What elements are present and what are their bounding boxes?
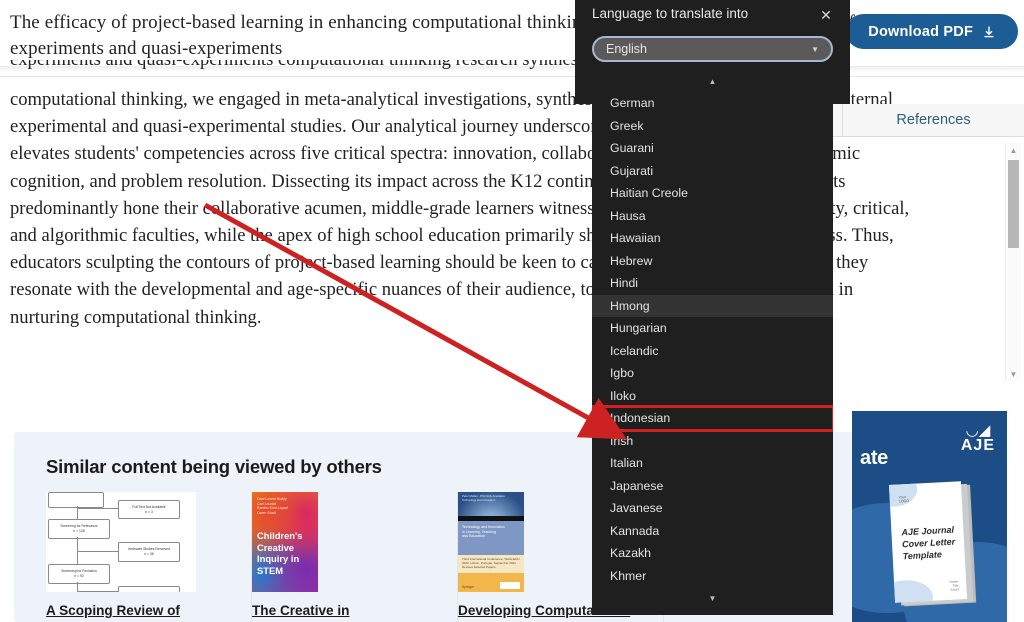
language-option-japanese[interactable]: Japanese bbox=[592, 475, 833, 498]
language-listbox[interactable]: ▲ German Greek Guarani Gujarati Haitian Creo… bbox=[592, 70, 833, 615]
flowchart-box-3: Irrelevant Studies Removed n = 36 bbox=[118, 542, 180, 562]
aje-logo-text: AJE bbox=[960, 437, 995, 454]
language-option-kazakh[interactable]: Kazakh bbox=[592, 542, 833, 565]
cover-title: Technology and Innovation in Learning, T… bbox=[462, 525, 505, 539]
article-page: The efficacy of project-based learning i… bbox=[0, 0, 1024, 622]
language-option-greek[interactable]: Greek bbox=[592, 115, 833, 138]
card-thumbnail-springer-cover: Peter Mullen · Phil Dolly Anastasiu Tech… bbox=[458, 492, 524, 592]
aje-logo: ◡◢ AJE bbox=[960, 422, 995, 455]
flowchart-box-4: Screening for Exclusion n = 92 bbox=[48, 564, 110, 584]
language-options: German Greek Guarani Gujarati Haitian Creole… bbox=[592, 92, 833, 587]
cover-title: Children's Creative Inquiry in STEM bbox=[257, 530, 303, 576]
language-option-hawaiian[interactable]: Hawaiian bbox=[592, 227, 833, 250]
language-option-iloko[interactable]: Iloko bbox=[592, 385, 833, 408]
language-option-icelandic[interactable]: Icelandic bbox=[592, 340, 833, 363]
language-option-haitian-creole[interactable]: Haitian Creole bbox=[592, 182, 833, 205]
scrollbar-up-arrow[interactable]: ▲ bbox=[1006, 143, 1021, 157]
ad-document-title: AJE Journal Cover Letter Template bbox=[901, 524, 956, 562]
close-icon[interactable]: ✕ bbox=[815, 4, 837, 26]
tab-references[interactable]: References bbox=[842, 104, 1024, 136]
card-thumbnail-flowchart: Full Text Not Available n = 3 Screening … bbox=[46, 492, 196, 592]
cover-authors: Dani Levent Bulkly Carl Laudall Rambo Ki… bbox=[257, 497, 288, 515]
language-select-value: English bbox=[606, 42, 647, 56]
list-item[interactable]: Full Text Not Available n = 3 Screening … bbox=[46, 492, 252, 622]
card-title[interactable]: A Scoping Review of Empirical Research o… bbox=[46, 602, 221, 622]
card-title[interactable]: The Creative in Computational Thinking bbox=[252, 602, 427, 622]
card-thumbnail-book-cover: Dani Levent Bulkly Carl Laudall Rambo Ki… bbox=[252, 492, 318, 592]
flowchart-box-2: Screening for Relevance n = 128 bbox=[48, 519, 110, 539]
language-option-german[interactable]: German bbox=[592, 92, 833, 115]
ad-headline: ate bbox=[860, 447, 889, 469]
language-option-igbo[interactable]: Igbo bbox=[592, 362, 833, 385]
listbox-scroll-up-arrow[interactable]: ▲ bbox=[592, 70, 833, 92]
ad-document-image: Your LOGO AJE Journal Cover Letter Templ… bbox=[888, 481, 968, 603]
download-icon bbox=[982, 25, 996, 39]
language-select[interactable]: English ▼ bbox=[592, 36, 833, 62]
language-option-hausa[interactable]: Hausa bbox=[592, 205, 833, 228]
language-option-hebrew[interactable]: Hebrew bbox=[592, 250, 833, 273]
listbox-scroll-down-arrow[interactable]: ▼ bbox=[592, 587, 833, 609]
language-option-guarani[interactable]: Guarani bbox=[592, 137, 833, 160]
dialog-title: Language to translate into bbox=[592, 6, 749, 21]
scrollbar-thumb[interactable] bbox=[1008, 160, 1019, 248]
chevron-down-icon: ▼ bbox=[811, 44, 819, 54]
language-option-hungarian[interactable]: Hungarian bbox=[592, 317, 833, 340]
language-option-kannada[interactable]: Kannada bbox=[592, 520, 833, 543]
springer-logo: Springer bbox=[462, 585, 475, 589]
content-scrollbar[interactable]: ▲ ▼ bbox=[1005, 143, 1021, 381]
language-option-irish[interactable]: Irish bbox=[592, 430, 833, 453]
language-option-javanese[interactable]: Javanese bbox=[592, 497, 833, 520]
language-option-indonesian[interactable]: Indonesian bbox=[592, 405, 833, 432]
list-item[interactable]: Dani Levent Bulkly Carl Laudall Rambo Ki… bbox=[252, 492, 458, 622]
language-option-khmer[interactable]: Khmer bbox=[592, 565, 833, 588]
language-option-hmong[interactable]: Hmong bbox=[592, 294, 833, 317]
language-option-gujarati[interactable]: Gujarati bbox=[592, 160, 833, 183]
scrollbar-down-arrow[interactable]: ▼ bbox=[1006, 367, 1021, 381]
cover-series: Peter Mullen · Phil Dolly Anastasiu Tech… bbox=[462, 494, 505, 502]
header-divider bbox=[0, 76, 1024, 77]
book-icon: ◡◢ bbox=[965, 422, 991, 439]
language-option-italian[interactable]: Italian bbox=[592, 452, 833, 475]
flowchart-box-1: Full Text Not Available n = 3 bbox=[118, 500, 180, 519]
download-pdf-button[interactable]: Download PDF bbox=[846, 14, 1018, 49]
language-option-hindi[interactable]: Hindi bbox=[592, 272, 833, 295]
aje-advertisement[interactable]: ate ◡◢ AJE Your LOGO AJE Journal Cover L… bbox=[852, 411, 1007, 622]
cover-subtitle: Third International Conference, TECH-EDU… bbox=[462, 557, 520, 569]
download-pdf-label: Download PDF bbox=[868, 23, 973, 40]
